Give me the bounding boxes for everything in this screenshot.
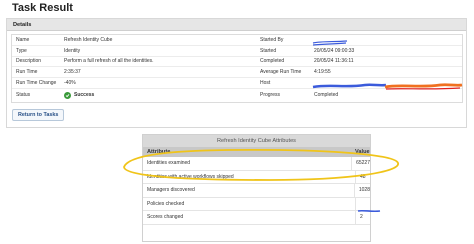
table-row: Identities with active workflows skipped… — [143, 170, 370, 184]
details-table: Name Refresh Identity Cube Started By Ty… — [11, 34, 463, 103]
detail-label: Name — [16, 36, 30, 43]
progress-value: Completed — [314, 92, 339, 99]
attributes-panel: Refresh Identity Cube Attributes Attribu… — [142, 134, 371, 242]
detail-label: Completed — [260, 58, 285, 65]
detail-label: Run Time Change — [16, 80, 57, 87]
page-title: Task Result — [12, 2, 73, 14]
details-row-status: Status Success Progress Completed — [12, 89, 462, 102]
detail-value: Perform a full refresh of all the identi… — [64, 58, 154, 65]
attribute-name: Identities examined — [147, 160, 191, 167]
details-row-runtime-change: Run Time Change -40% Host — [12, 78, 462, 89]
table-row: Identities examined 65227 — [143, 157, 370, 171]
detail-value: 4:19:55 — [314, 69, 331, 76]
detail-label: Progress — [260, 92, 281, 99]
detail-label: Host — [260, 80, 271, 87]
detail-value: -40% — [64, 80, 76, 87]
attribute-value: 2 — [355, 211, 370, 224]
details-row-runtime: Run Time 2:35:37 Average Run Time 4:19:5… — [12, 67, 462, 79]
detail-value: 20/05/24 11:36:11 — [314, 58, 354, 65]
detail-label: Run Time — [16, 69, 38, 76]
return-to-tasks-button[interactable]: Return to Tasks — [12, 109, 65, 121]
status-text: Success — [74, 92, 95, 99]
attribute-value: 1028 — [353, 184, 370, 197]
table-row: Scores changed 2 — [143, 211, 370, 225]
details-header: Details — [7, 19, 466, 31]
page-title-bar: Task Result — [12, 0, 73, 16]
attributes-title: Refresh Identity Cube Attributes — [143, 135, 370, 147]
attribute-name: Managers discovered — [147, 187, 195, 194]
attribute-name: Identities with active workflows skipped — [147, 173, 234, 180]
value-column-header[interactable]: Value — [355, 149, 370, 155]
detail-value: Refresh Identity Cube — [64, 36, 113, 43]
detail-label: Status — [16, 92, 31, 99]
details-row-description: Description Perform a full refresh of al… — [12, 57, 462, 68]
details-row-type: Type Identity Started 20/05/24 09:00:33 — [12, 46, 462, 57]
table-row: Policies checked — [143, 197, 370, 211]
attribute-value: 65227 — [351, 157, 370, 170]
detail-value: 2:35:37 — [64, 69, 81, 76]
status-value: Success — [64, 91, 258, 99]
detail-label: Description — [16, 58, 42, 65]
attribute-value: 48 — [355, 170, 370, 183]
details-row-name: Name Refresh Identity Cube Started By — [12, 35, 462, 46]
attribute-name: Policies checked — [147, 200, 185, 207]
table-row: Managers discovered 1028 — [143, 184, 370, 198]
detail-label: Average Run Time — [260, 69, 302, 76]
details-panel: Details Name Refresh Identity Cube Start… — [6, 18, 467, 128]
attributes-column-header: Attribute Value — [143, 147, 370, 157]
detail-value: 20/05/24 09:00:33 — [314, 47, 355, 54]
attribute-value — [355, 197, 370, 210]
attribute-column-header[interactable]: Attribute — [143, 149, 355, 155]
detail-label: Started — [260, 47, 277, 54]
detail-value: Identity — [64, 47, 81, 54]
check-circle-icon — [64, 91, 71, 99]
detail-label: Started By — [260, 36, 284, 43]
detail-label: Type — [16, 47, 27, 54]
attribute-name: Scores changed — [147, 214, 184, 221]
